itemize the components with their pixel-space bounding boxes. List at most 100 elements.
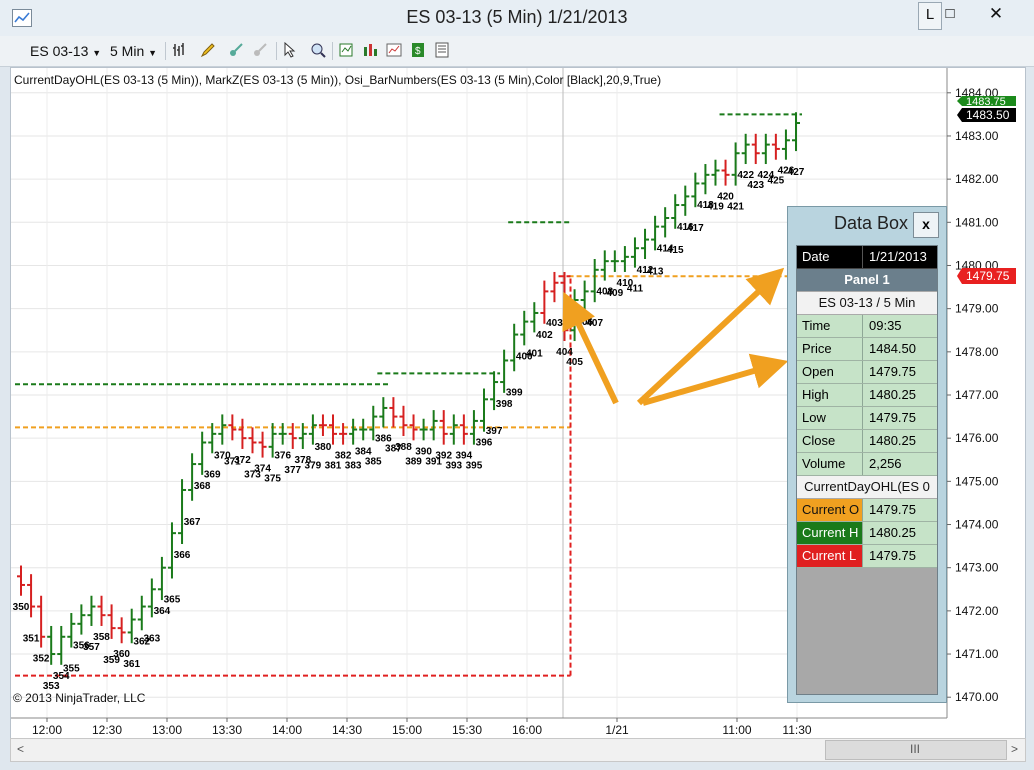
ohlc-bar	[329, 414, 338, 445]
bar-number-label: 365	[164, 594, 181, 605]
bar-number-label: 377	[284, 465, 301, 476]
data-box-table: Date 1/21/2013 Panel 1 ES 03-13 / 5 Min …	[796, 245, 938, 695]
bar-number-label: 369	[204, 469, 221, 480]
bar-number-label: 389	[405, 456, 422, 467]
ohlc-bar	[359, 418, 368, 441]
draw-icon[interactable]	[228, 42, 244, 58]
ohlc-bar	[721, 159, 730, 186]
data-row-label: High	[797, 384, 863, 406]
scroll-left-arrow[interactable]: <	[17, 742, 24, 756]
bar-number-label: 399	[506, 387, 523, 398]
chevron-down-icon: ▼	[148, 48, 158, 58]
data-series-icon[interactable]: $	[410, 42, 426, 58]
ohlc-bar	[449, 414, 458, 445]
date-row: Date 1/21/2013	[797, 246, 937, 269]
bar-number-label: 380	[315, 442, 332, 453]
x-tick-label: 14:30	[332, 723, 362, 737]
y-tick-label: 1481.00	[955, 215, 999, 229]
maximize-button[interactable]: □	[935, 2, 965, 28]
data-row-time: Time 09:35	[797, 315, 937, 338]
ohlc-bar	[57, 625, 66, 665]
indicator-row-label: Current L	[797, 545, 863, 567]
ohlc-bar	[399, 405, 408, 437]
data-row-value: 1480.25	[869, 433, 916, 448]
ohlc-bar	[248, 427, 257, 454]
interval-label: 5 Min	[110, 43, 145, 59]
y-tick-label: 1478.00	[955, 345, 999, 359]
data-row-high: High 1480.25	[797, 384, 937, 407]
ohlc-bar	[751, 133, 760, 165]
y-tick-label: 1475.00	[955, 474, 999, 488]
y-tick-label: 1470.00	[955, 690, 999, 704]
bar-number-label: 358	[93, 632, 110, 643]
bar-number-label: 368	[194, 481, 211, 492]
chevron-down-icon: ▼	[92, 48, 102, 58]
ohlc-bar	[741, 133, 750, 165]
bar-number-label: 425	[768, 176, 785, 187]
ohlc-bar	[389, 397, 398, 428]
ohlc-bar	[761, 133, 770, 165]
bar-number-label: 381	[325, 461, 342, 472]
data-row-value: 1479.75	[869, 364, 916, 379]
close-button[interactable]: ✕	[974, 2, 1018, 28]
data-row-value: 1479.75	[869, 410, 916, 425]
y-tick-label: 1479.00	[955, 302, 999, 316]
x-tick-label: 1/21	[605, 723, 629, 737]
data-box-icon[interactable]	[434, 42, 450, 58]
ohlc-bar	[630, 237, 639, 268]
data-row-label: Close	[797, 430, 863, 452]
strategy-icon[interactable]	[362, 42, 378, 58]
zoom-icon[interactable]	[310, 42, 326, 58]
bar-number-label: 383	[345, 461, 362, 472]
y-tick-label: 1483.00	[955, 129, 999, 143]
x-tick-label: 15:30	[452, 723, 482, 737]
data-row-price: Price 1484.50	[797, 338, 937, 361]
window-title: ES 03-13 (5 Min) 1/21/2013	[406, 7, 628, 27]
indicator-row-current-l: Current L 1479.75	[797, 545, 937, 568]
interval-selector[interactable]: 5 Min ▼	[110, 43, 157, 59]
bar-number-label: 352	[33, 654, 50, 665]
ohlc-bar	[318, 414, 327, 437]
bar-type-icon[interactable]	[172, 42, 188, 58]
indicator-row-label: Current O	[797, 499, 863, 521]
ohlc-bar	[379, 397, 388, 428]
x-tick-label: 14:00	[272, 723, 302, 737]
data-box-close-button[interactable]: x	[913, 212, 939, 238]
bar-number-label: 385	[365, 456, 382, 467]
draw-disabled-icon[interactable]	[252, 42, 268, 58]
x-tick-label: 13:00	[152, 723, 182, 737]
data-box-window[interactable]: Data Box x Date 1/21/2013 Panel 1 ES 03-…	[787, 206, 947, 703]
data-row-value: 1484.50	[869, 341, 916, 356]
bar-number-label: 388	[395, 442, 412, 453]
data-row-label: Price	[797, 338, 863, 360]
chart-properties-icon[interactable]	[386, 42, 402, 58]
indicators-icon[interactable]	[338, 42, 354, 58]
bar-number-label: 351	[23, 633, 40, 644]
y-tick-label: 1476.00	[955, 431, 999, 445]
horizontal-scrollbar[interactable]: < III >	[10, 738, 1026, 762]
bar-number-label: 398	[496, 399, 513, 410]
ohlc-bar	[238, 418, 247, 449]
last-price-label: 1483.50	[966, 108, 1010, 122]
data-row-open: Open 1479.75	[797, 361, 937, 384]
scroll-grip: III	[910, 742, 921, 756]
last-price-tag: 1483.50	[957, 108, 1016, 122]
x-tick-label: 13:30	[212, 723, 242, 737]
ask-price-tag: 1483.75	[957, 96, 1016, 108]
cursor-icon[interactable]	[282, 42, 298, 58]
instrument-selector[interactable]: ES 03-13 ▼	[30, 43, 101, 59]
y-tick-label: 1471.00	[955, 647, 999, 661]
ohlc-bar	[771, 133, 780, 160]
data-row-low: Low 1479.75	[797, 407, 937, 430]
bar-number-label: 419	[707, 202, 724, 213]
scroll-thumb[interactable]: III	[825, 740, 1007, 760]
ohlc-bar	[620, 246, 629, 272]
pencil-icon[interactable]	[200, 42, 216, 58]
bar-number-label: 427	[788, 167, 805, 178]
bar-number-label: 401	[526, 348, 543, 359]
data-row-label: Low	[797, 407, 863, 429]
scroll-right-arrow[interactable]: >	[1011, 742, 1018, 756]
ohlc-bar	[792, 112, 800, 152]
data-row-value: 09:35	[869, 318, 902, 333]
indicator-legend: CurrentDayOHL(ES 03-13 (5 Min)), MarkZ(E…	[14, 73, 661, 87]
